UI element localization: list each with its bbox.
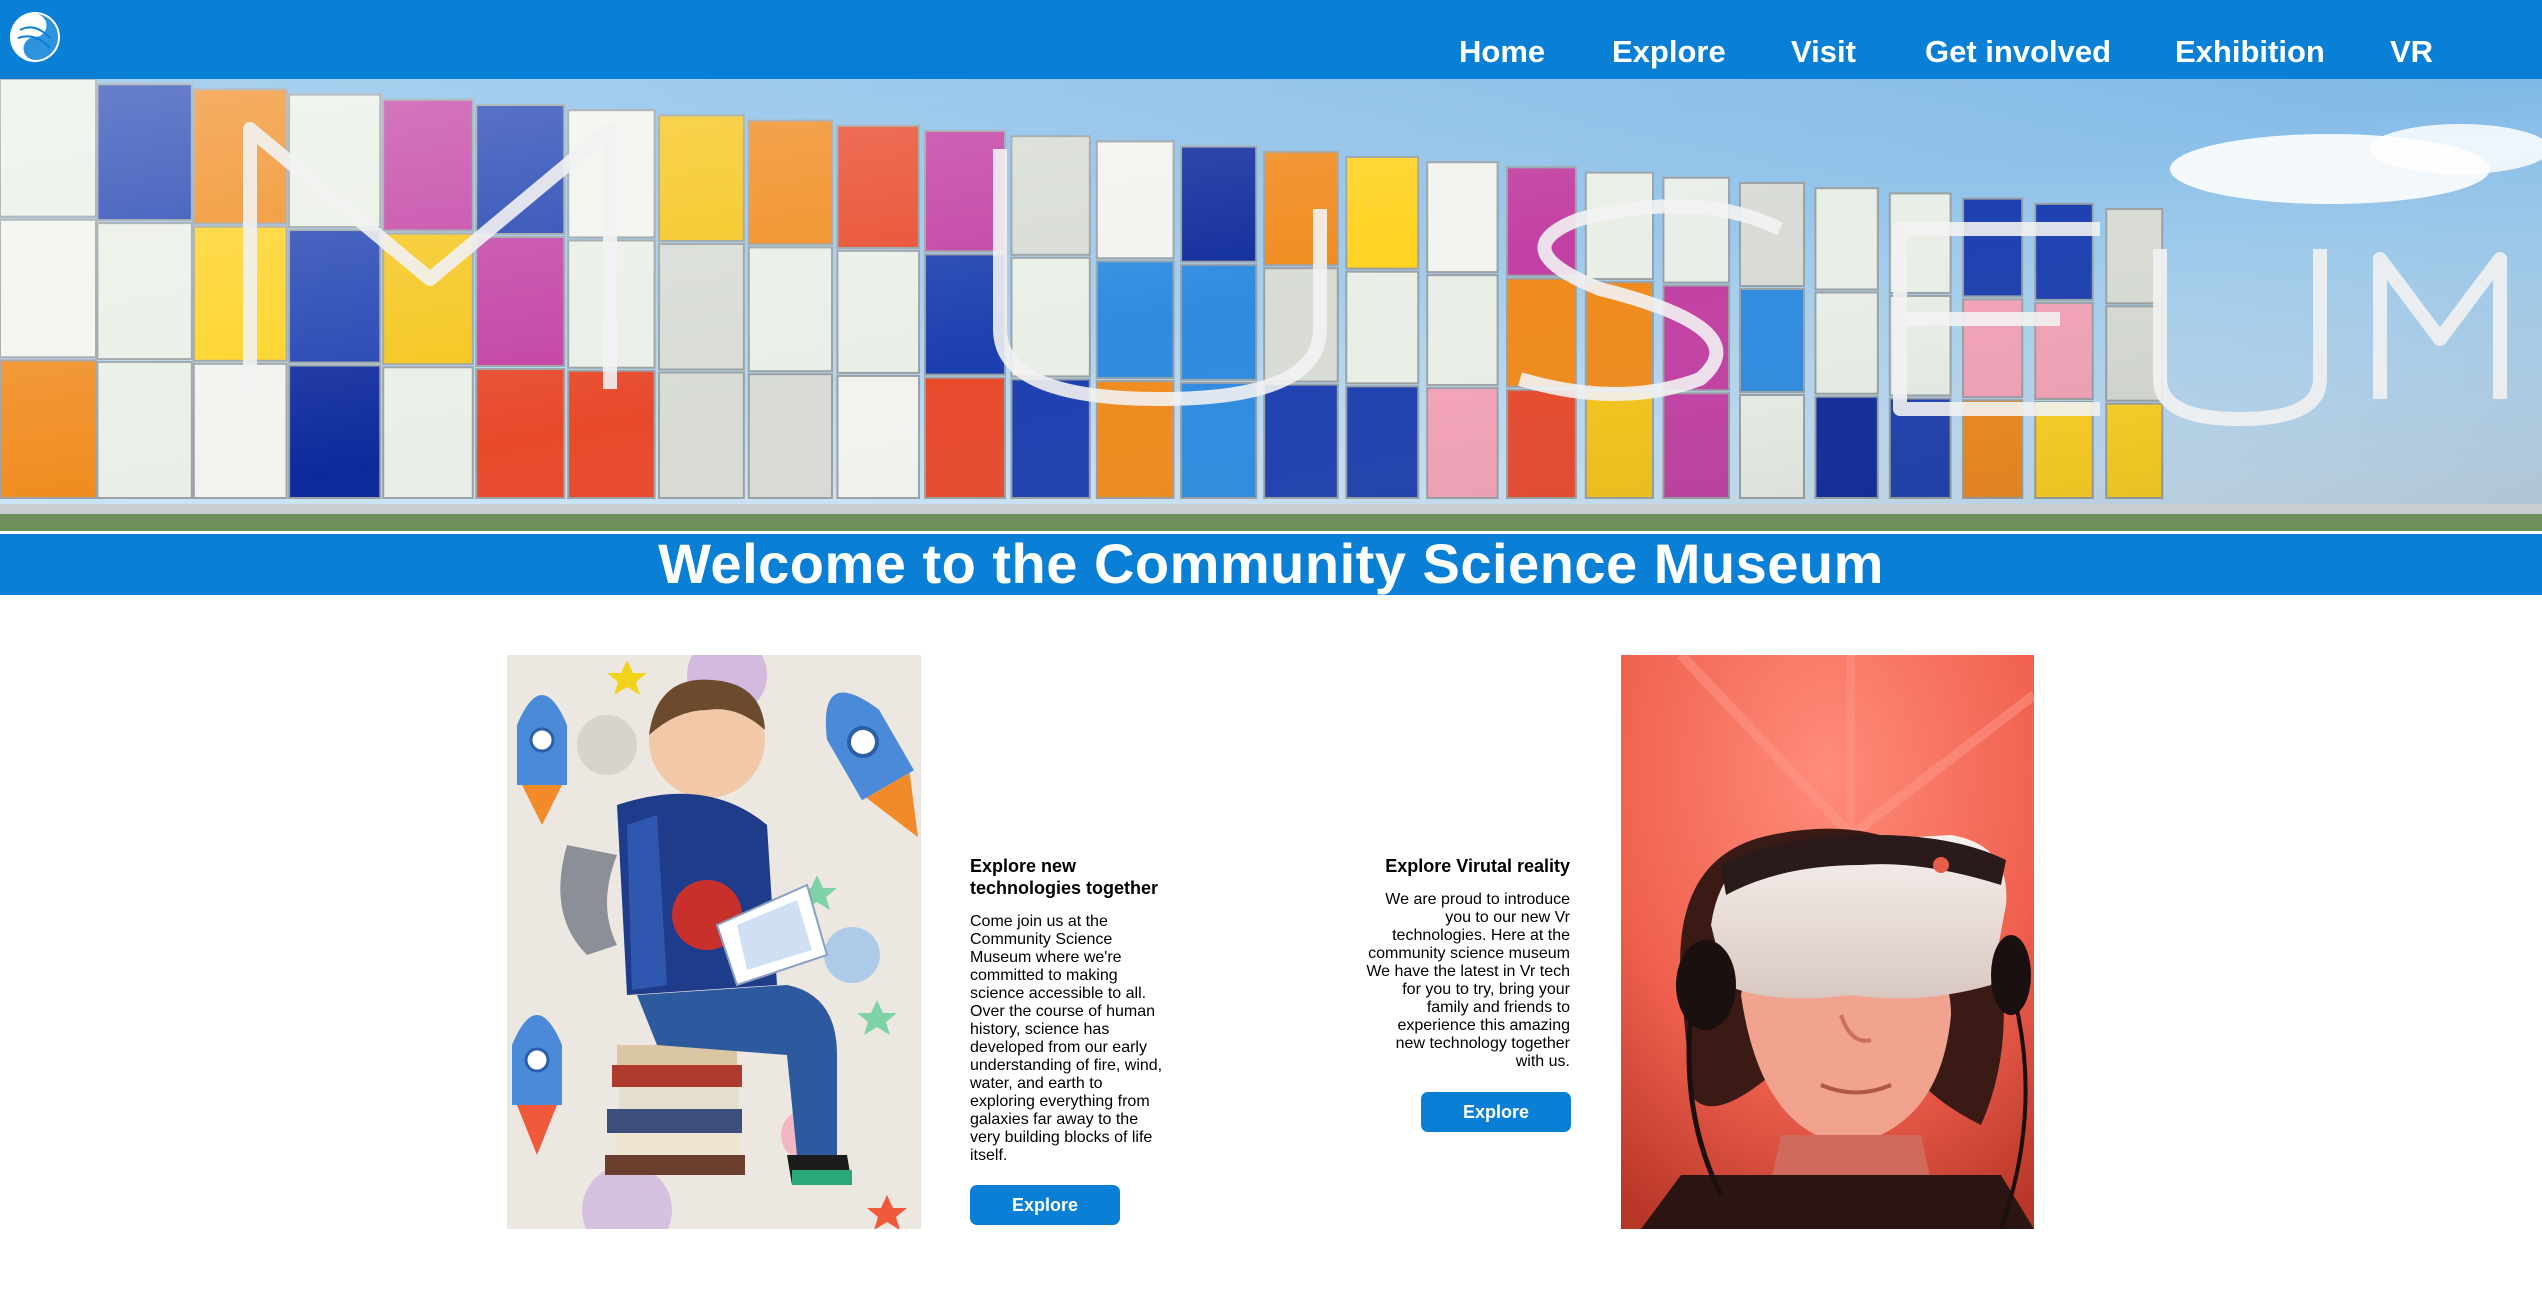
hero-image: [0, 79, 2542, 531]
card-explore-vr: Explore Virutal reality We are proud to …: [1366, 855, 1570, 1071]
card-explore-tech: Explore new technologies together Come j…: [970, 855, 1170, 1165]
card-body: Come join us at the Community Science Mu…: [970, 913, 1163, 1164]
card-title: Explore new technologies together: [970, 856, 1159, 898]
main-nav: Home Explore Visit Get involved Exhibiti…: [0, 0, 2542, 79]
explore-button[interactable]: Explore: [970, 1185, 1120, 1225]
welcome-banner: Welcome to the Community Science Museum: [0, 531, 2542, 595]
boy-reading-image: [507, 655, 921, 1229]
museum-facade-image: [0, 79, 2542, 531]
site-header: Home Explore Visit Get involved Exhibiti…: [0, 0, 2542, 79]
vr-child-image: [1621, 655, 2034, 1229]
nav-home[interactable]: Home: [1459, 32, 1545, 72]
nav-vr[interactable]: VR: [2390, 32, 2433, 72]
explore-vr-button[interactable]: Explore: [1421, 1092, 1571, 1132]
nav-visit[interactable]: Visit: [1791, 32, 1856, 72]
nav-get-involved[interactable]: Get involved: [1925, 32, 2111, 72]
page-title: Welcome to the Community Science Museum: [658, 532, 1884, 595]
card-body: We are proud to introduce you to our new…: [1366, 891, 1570, 1070]
nav-exhibition[interactable]: Exhibition: [2175, 32, 2325, 72]
card-title: Explore Virutal reality: [1385, 856, 1570, 876]
nav-explore[interactable]: Explore: [1612, 32, 1726, 72]
